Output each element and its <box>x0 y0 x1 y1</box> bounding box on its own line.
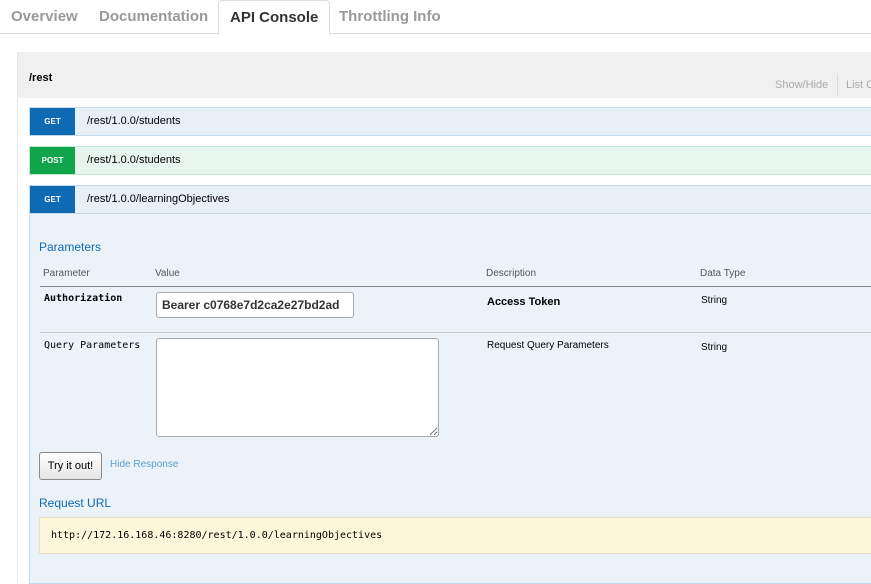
operation-post-students[interactable]: POST /rest/1.0.0/students <box>29 146 871 175</box>
tab-api-console[interactable]: API Console <box>218 0 331 35</box>
show-hide-link[interactable]: Show/Hide <box>775 79 828 91</box>
resource-panel: /rest Show/Hide List O GET /rest/1.0.0/s… <box>17 52 871 584</box>
operation-path[interactable]: /rest/1.0.0/learningObjectives <box>87 186 229 213</box>
param-data-type: String <box>701 295 728 306</box>
param-name-authorization: Authorization <box>44 293 123 304</box>
http-method-badge[interactable]: GET <box>30 186 75 213</box>
header-description: Description <box>486 268 537 279</box>
header-divider <box>837 74 838 96</box>
request-url-title: Request URL <box>39 496 112 510</box>
header-data-type: Data Type <box>700 268 746 279</box>
query-parameters-textarea[interactable] <box>156 338 439 437</box>
hide-response-link[interactable]: Hide Response <box>110 459 178 470</box>
request-url-box: http://172.16.168.46:8280/rest/1.0.0/lea… <box>39 517 871 554</box>
header-divider <box>40 286 871 287</box>
request-url-value: http://172.16.168.46:8280/rest/1.0.0/lea… <box>51 530 383 541</box>
operation-path[interactable]: /rest/1.0.0/students <box>87 108 181 135</box>
resource-title[interactable]: /rest <box>29 72 52 84</box>
list-operations-link[interactable]: List O <box>846 79 871 91</box>
header-parameter: Parameter <box>43 268 90 279</box>
operation-path[interactable]: /rest/1.0.0/students <box>87 147 181 174</box>
param-name-query-parameters: Query Parameters <box>44 340 141 351</box>
tab-overview[interactable]: Overview <box>0 0 89 34</box>
tab-bar: Overview Documentation API Console Throt… <box>0 0 871 35</box>
param-description: Request Query Parameters <box>487 340 609 351</box>
parameters-title: Parameters <box>39 240 102 254</box>
row-divider <box>40 332 871 333</box>
operation-details: Parameters Parameter Value Description D… <box>29 214 871 584</box>
authorization-input[interactable] <box>156 292 354 318</box>
tab-throttling-info[interactable]: Throttling Info <box>328 0 452 34</box>
try-it-out-button[interactable]: Try it out! <box>39 452 102 480</box>
param-data-type: String <box>701 342 728 353</box>
operation-get-students[interactable]: GET /rest/1.0.0/students <box>29 107 871 136</box>
operation-get-learning-objectives[interactable]: GET /rest/1.0.0/learningObjectives <box>29 185 871 214</box>
http-method-badge[interactable]: GET <box>30 108 75 135</box>
param-description: Access Token <box>487 296 561 308</box>
http-method-badge[interactable]: POST <box>30 147 75 174</box>
resource-header: /rest Show/Hide List O <box>18 52 871 98</box>
tab-documentation[interactable]: Documentation <box>88 0 219 34</box>
header-value: Value <box>155 268 180 279</box>
